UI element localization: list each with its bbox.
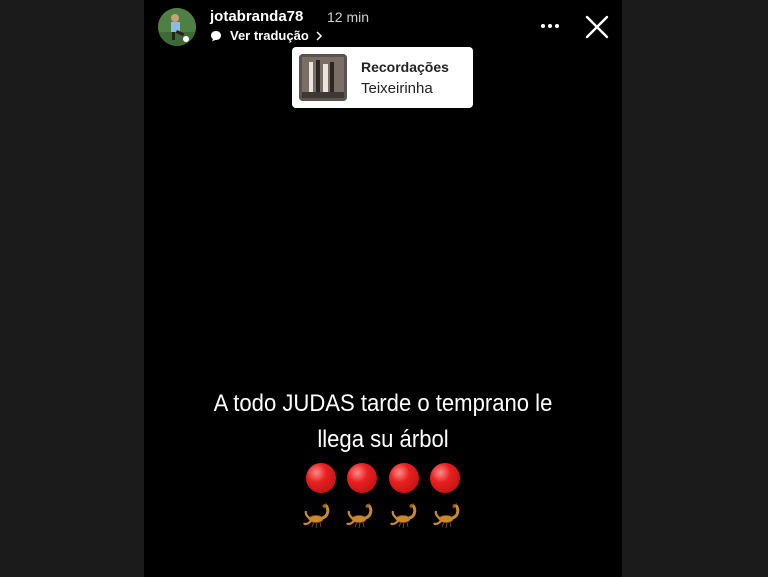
song-artist: Teixeirinha [361, 80, 433, 97]
more-dots-icon[interactable] [538, 14, 562, 38]
red-circle-icon [347, 462, 378, 493]
story-caption: A todo JUDAS tarde o temprano le llega s… [163, 386, 603, 458]
see-translation-label: Ver tradução [230, 28, 309, 43]
red-circle-icon [430, 462, 461, 493]
close-icon[interactable] [584, 14, 610, 40]
username[interactable]: jotabranda78 [210, 8, 303, 25]
see-translation-link[interactable]: Ver tradução [210, 28, 323, 43]
chevron-right-icon [316, 30, 322, 41]
scorpion-icon [433, 502, 460, 528]
scorpion-emoji-row [144, 497, 622, 531]
red-circle-icon [388, 462, 419, 493]
album-cover [299, 54, 347, 101]
post-time: 12 min [327, 9, 370, 25]
caption-line-1: A todo JUDAS tarde o temprano le [213, 390, 553, 417]
avatar[interactable] [158, 8, 196, 46]
scorpion-icon [302, 502, 329, 528]
speech-bubble-icon [211, 30, 221, 41]
caption-line-2: llega su árbol [317, 426, 449, 453]
scorpion-icon [346, 502, 373, 528]
red-circle-icon [305, 462, 336, 493]
scorpion-icon [389, 502, 417, 528]
red-circle-emoji-row [144, 460, 622, 494]
left-backdrop [0, 0, 144, 577]
right-backdrop [622, 0, 768, 577]
song-title: Recordações [361, 59, 449, 75]
music-sticker[interactable]: Recordações Teixeirinha [292, 47, 473, 108]
story-frame[interactable]: jotabranda78 12 min Ver tradução Recorda… [144, 0, 622, 577]
